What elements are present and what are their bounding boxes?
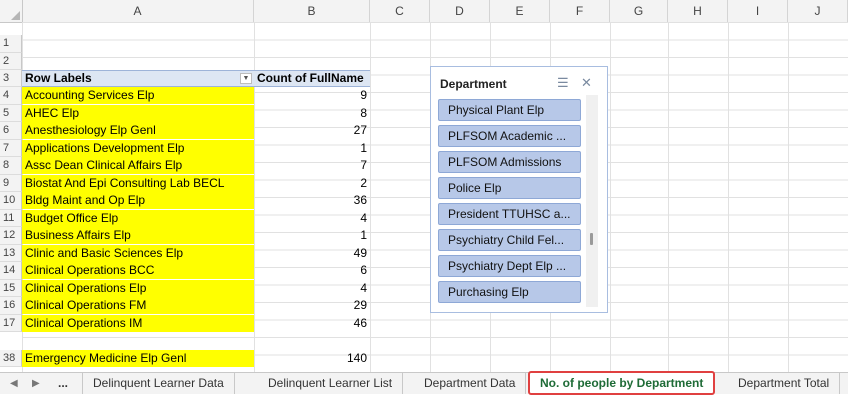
pivot-count[interactable]: 1	[254, 140, 370, 157]
slicer-item[interactable]: Purchasing Elp	[438, 281, 581, 303]
column-header-a[interactable]: A	[22, 0, 254, 22]
filter-dropdown-icon[interactable]: ▼	[240, 73, 252, 84]
slicer-item[interactable]: PLFSOM Academic ...	[438, 125, 581, 147]
pivot-row-label[interactable]: Clinical Operations BCC	[22, 262, 254, 279]
pivot-count[interactable]: 1	[254, 227, 370, 244]
pivot-count[interactable]: 4	[254, 210, 370, 227]
pivot-count[interactable]: 6	[254, 262, 370, 279]
pivot-count[interactable]: 140	[254, 350, 370, 367]
row-header[interactable]: 5	[0, 105, 22, 122]
pivot-count[interactable]: 9	[254, 87, 370, 104]
row-header[interactable]: 16	[0, 297, 22, 315]
pivot-row-label[interactable]: Assc Dean Clinical Affairs Elp	[22, 157, 254, 174]
department-slicer[interactable]: Department ☰ ✕ Physical Plant Elp PLFSOM…	[430, 66, 608, 313]
tab-delinquent-learner-data[interactable]: Delinquent Learner Data	[82, 373, 235, 394]
pivot-count[interactable]: 36	[254, 192, 370, 209]
slicer-title: Department	[440, 77, 507, 91]
slicer-item[interactable]: Psychiatry Child Fel...	[438, 229, 581, 251]
pivot-row-label[interactable]: Applications Development Elp	[22, 140, 254, 157]
clear-filter-icon[interactable]: ✕	[581, 75, 592, 91]
pivot-row-label[interactable]: Accounting Services Elp	[22, 87, 254, 104]
pivot-count[interactable]: 4	[254, 280, 370, 297]
pivot-row-label[interactable]: Budget Office Elp	[22, 210, 254, 227]
slicer-item[interactable]: Police Elp	[438, 177, 581, 199]
row-header[interactable]: 38	[0, 350, 22, 367]
row-header[interactable]: 14	[0, 262, 22, 280]
slicer-scroll-thumb[interactable]	[590, 233, 593, 245]
multi-select-icon[interactable]: ☰	[557, 75, 569, 91]
gridline	[728, 22, 729, 372]
pivot-row-labels-header[interactable]: Row Labels ▼	[22, 70, 254, 87]
pivot-row-label[interactable]: Clinical Operations FM	[22, 297, 254, 314]
gridline	[788, 22, 789, 372]
pivot-row-label[interactable]: Emergency Medicine Elp Genl	[22, 350, 254, 367]
gridline	[370, 22, 371, 372]
value-header-text: Count of FullName	[257, 71, 364, 85]
tab-delinquent-learner-list[interactable]: Delinquent Learner List	[258, 373, 404, 394]
pivot-row-label[interactable]: Biostat And Epi Consulting Lab BECL	[22, 175, 254, 192]
scroll-right-icon[interactable]: ▶	[32, 373, 40, 394]
column-header-g[interactable]: G	[610, 0, 668, 22]
pivot-count[interactable]: 49	[254, 245, 370, 262]
row-header[interactable]: 9	[0, 175, 22, 192]
pivot-row-label[interactable]: AHEC Elp	[22, 105, 254, 122]
pivot-row-label[interactable]: Anesthesiology Elp Genl	[22, 122, 254, 139]
sheet-tab-bar: ◀ ▶ ... Delinquent Learner Data Delinque…	[0, 371, 848, 395]
column-header-d[interactable]: D	[430, 0, 490, 22]
pivot-row-label[interactable]: Clinical Operations Elp	[22, 280, 254, 297]
row-labels-header-text: Row Labels	[25, 71, 92, 85]
row-header[interactable]: 4	[0, 87, 22, 105]
spreadsheet-grid: A B C D E F G H I J 1 2 3 4 5 6 7 8 9 10…	[0, 0, 848, 372]
row-header[interactable]: 8	[0, 157, 22, 175]
slicer-item[interactable]: Physical Plant Elp	[438, 99, 581, 121]
select-all-corner[interactable]	[0, 0, 23, 22]
row-header[interactable]: 12	[0, 227, 22, 245]
pivot-row-label[interactable]: Bldg Maint and Op Elp	[22, 192, 254, 209]
select-all-icon	[11, 11, 20, 20]
more-tabs-ellipsis[interactable]: ...	[58, 373, 68, 394]
row-header[interactable]: 6	[0, 122, 22, 140]
column-header-b[interactable]: B	[254, 0, 370, 22]
row-header[interactable]: 7	[0, 140, 22, 157]
pivot-count[interactable]: 29	[254, 297, 370, 314]
scroll-left-icon[interactable]: ◀	[10, 373, 18, 394]
column-header-h[interactable]: H	[668, 0, 728, 22]
row-header[interactable]: 15	[0, 280, 22, 297]
pivot-count[interactable]: 7	[254, 157, 370, 174]
pivot-count[interactable]: 27	[254, 122, 370, 139]
row-header[interactable]: 11	[0, 210, 22, 227]
pivot-row-label[interactable]: Clinical Operations IM	[22, 315, 254, 332]
slicer-item[interactable]: Psychiatry Dept Elp ...	[438, 255, 581, 277]
pivot-count[interactable]: 2	[254, 175, 370, 192]
tab-department-total[interactable]: Department Total	[728, 373, 841, 394]
pivot-row-label[interactable]: Clinic and Basic Sciences Elp	[22, 245, 254, 262]
column-header-c[interactable]: C	[370, 0, 430, 22]
slicer-item[interactable]: President TTUHSC a...	[438, 203, 581, 225]
slicer-scrollbar[interactable]	[586, 95, 598, 307]
tab-department-data[interactable]: Department Data	[414, 373, 527, 394]
tab-no-of-people-by-department[interactable]: No. of people by Department	[528, 371, 716, 395]
column-header-j[interactable]: J	[788, 0, 848, 22]
pivot-count[interactable]: 8	[254, 105, 370, 122]
gridline	[610, 22, 611, 372]
row-header[interactable]: 1	[0, 35, 22, 53]
gridline	[668, 22, 669, 372]
column-header-f[interactable]: F	[550, 0, 610, 22]
column-header-i[interactable]: I	[728, 0, 788, 22]
row-header[interactable]: 17	[0, 315, 22, 332]
column-header-e[interactable]: E	[490, 0, 550, 22]
row-header[interactable]: 3	[0, 70, 22, 87]
row-header[interactable]: 13	[0, 245, 22, 262]
slicer-item[interactable]: PLFSOM Admissions	[438, 151, 581, 173]
pivot-count[interactable]: 46	[254, 315, 370, 332]
pivot-row-label[interactable]: Business Affairs Elp	[22, 227, 254, 244]
row-header[interactable]: 2	[0, 53, 22, 70]
row-header[interactable]: 10	[0, 192, 22, 210]
pivot-value-header[interactable]: Count of FullName	[254, 70, 370, 87]
